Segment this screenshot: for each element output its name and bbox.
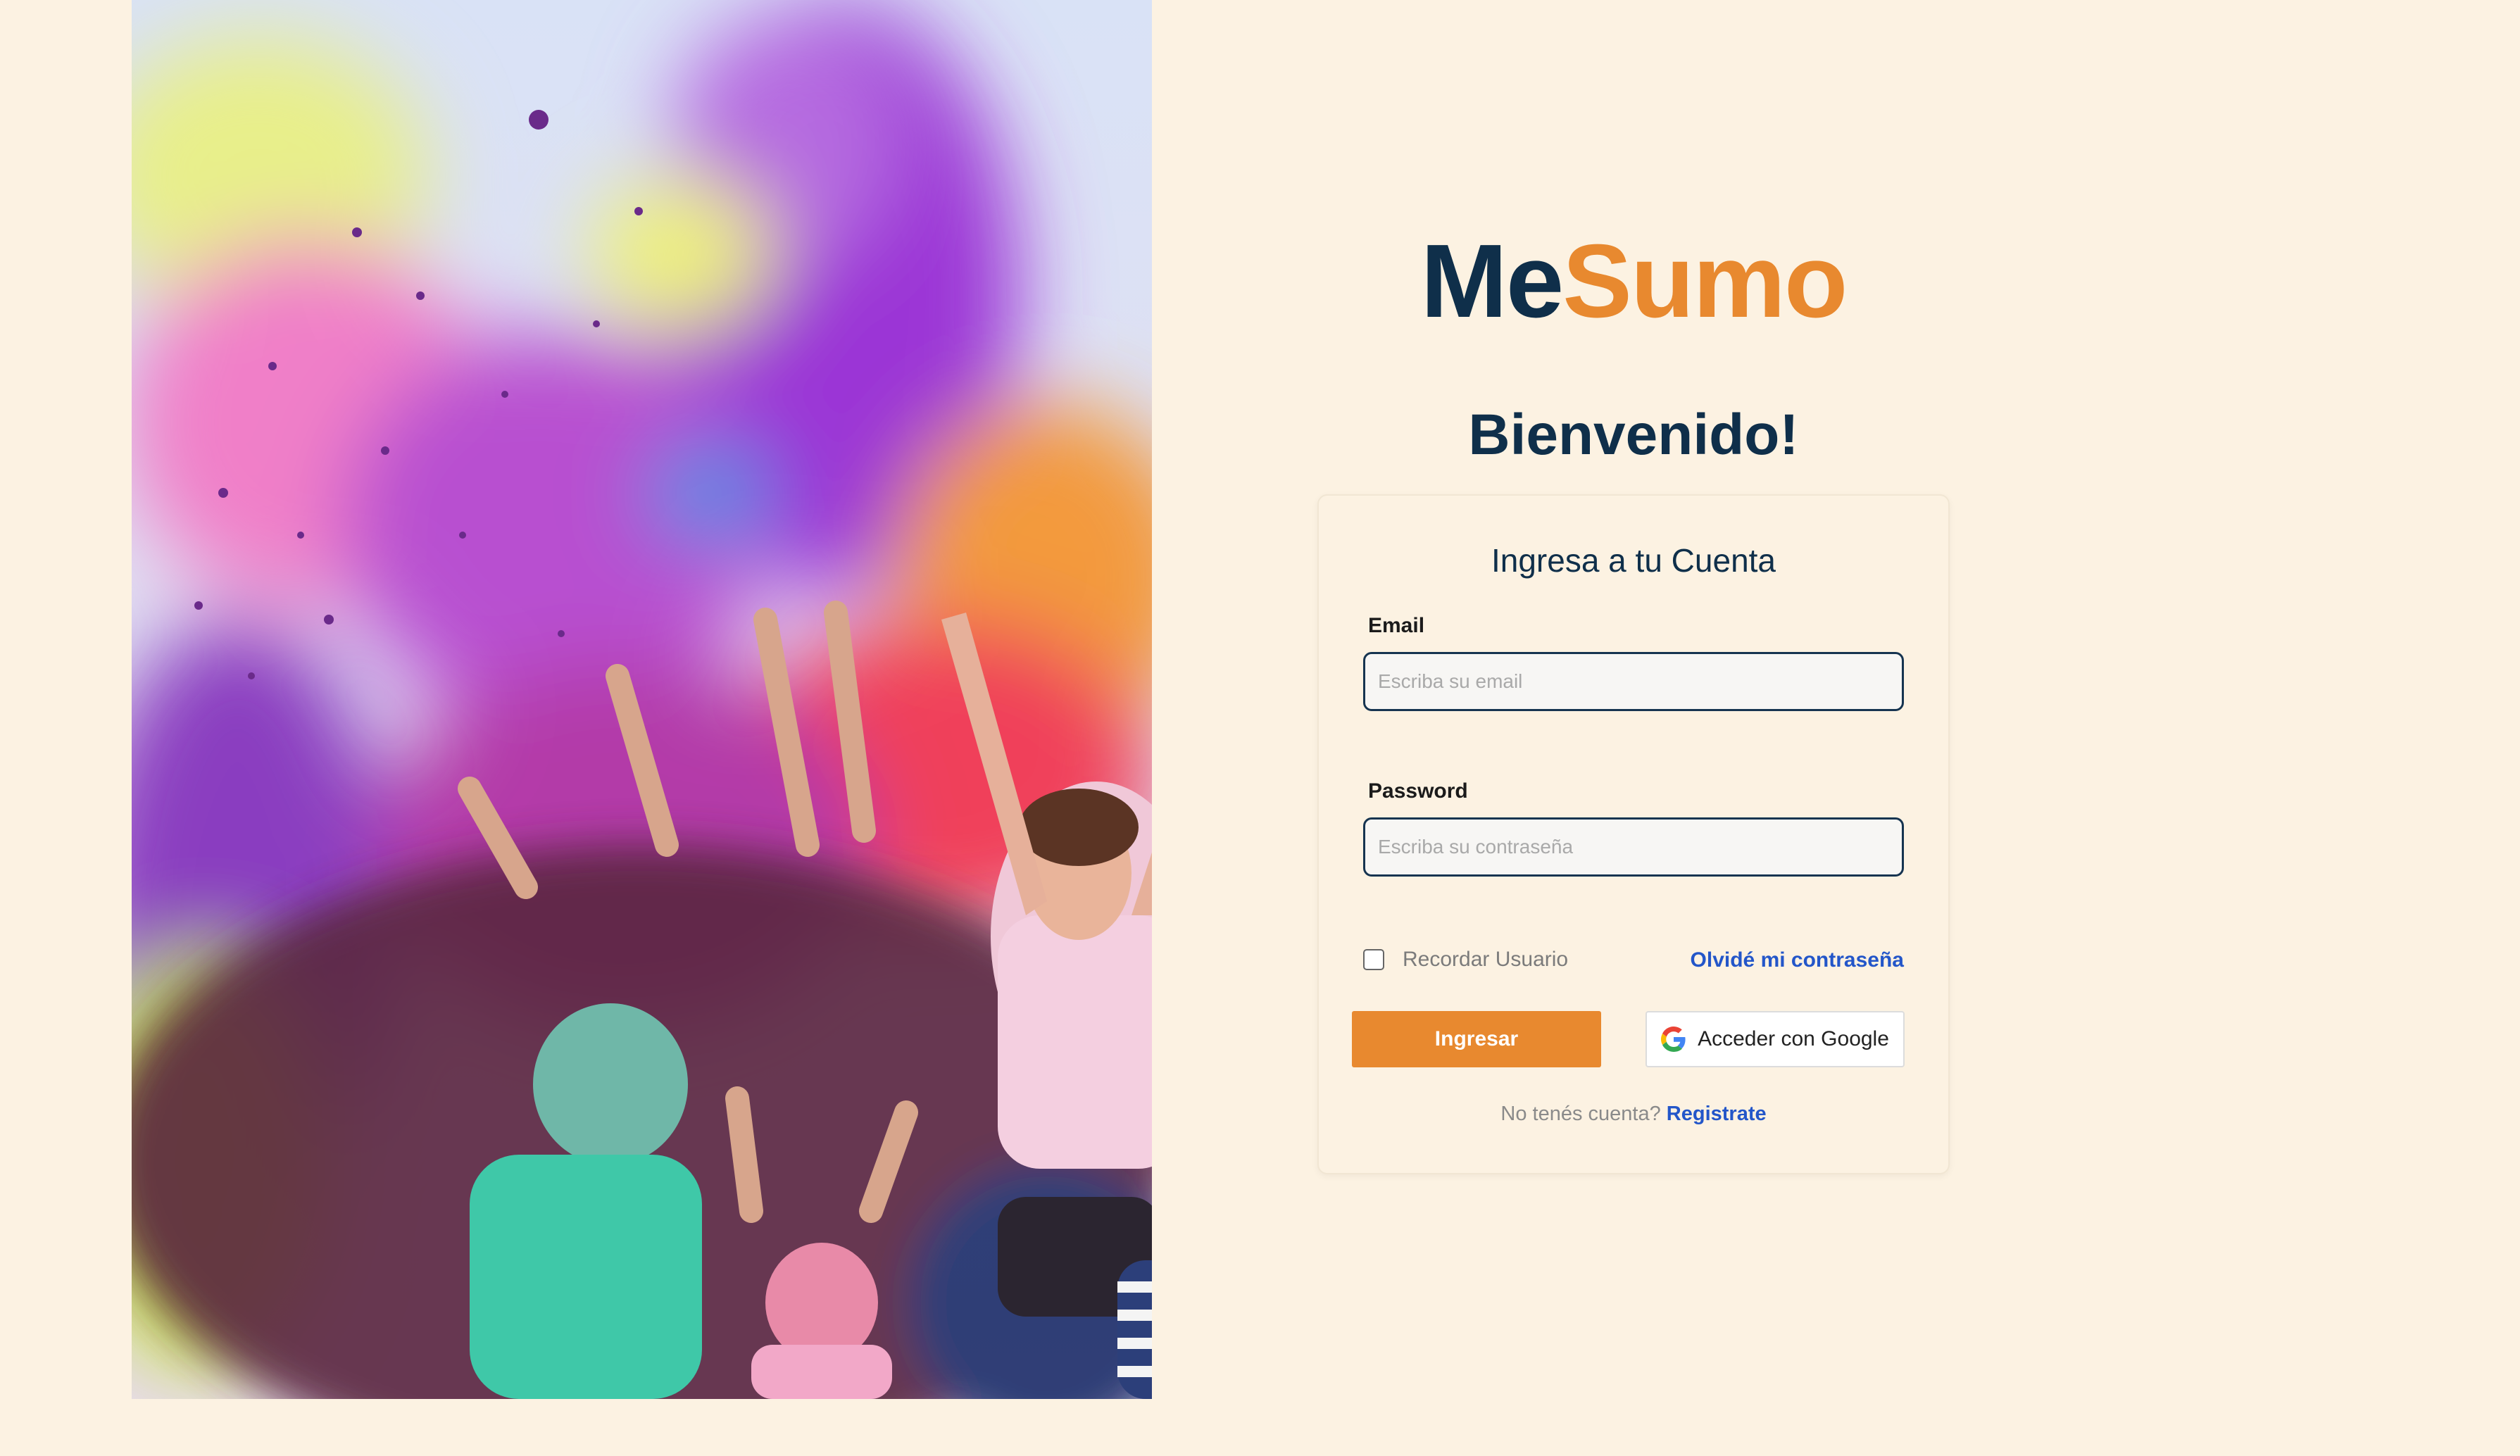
brand-logo-part2: Sumo xyxy=(1562,223,1848,339)
email-input[interactable] xyxy=(1363,652,1904,711)
remember-user-checkbox[interactable] xyxy=(1363,949,1384,970)
remember-user-label: Recordar Usuario xyxy=(1403,948,1569,971)
brand-logo: MeSumo xyxy=(1317,222,1950,341)
google-login-label: Acceder con Google xyxy=(1698,1027,1889,1050)
email-label: Email xyxy=(1368,614,1425,637)
password-label: Password xyxy=(1368,779,1468,803)
register-prompt: No tenés cuenta? Registrate xyxy=(1319,1103,1948,1126)
login-button[interactable]: Ingresar xyxy=(1352,1011,1601,1067)
google-g-icon xyxy=(1661,1027,1686,1052)
brand-logo-part1: Me xyxy=(1420,223,1565,339)
remember-user-toggle[interactable]: Recordar Usuario xyxy=(1363,948,1568,972)
register-prompt-text: No tenés cuenta? xyxy=(1500,1103,1661,1125)
forgot-password-link[interactable]: Olvidé mi contraseña xyxy=(1691,948,1904,972)
google-login-button[interactable]: Acceder con Google xyxy=(1645,1011,1905,1067)
hero-photo-illustration xyxy=(132,0,1152,1399)
welcome-title: Bienvenido! xyxy=(1468,403,1799,467)
login-card: Ingresa a tu Cuenta Email Password Recor… xyxy=(1317,494,1950,1174)
hero-photo xyxy=(132,0,1152,1399)
register-link[interactable]: Registrate xyxy=(1667,1103,1767,1125)
login-card-title: Ingresa a tu Cuenta xyxy=(1491,542,1776,579)
password-input[interactable] xyxy=(1363,817,1904,877)
